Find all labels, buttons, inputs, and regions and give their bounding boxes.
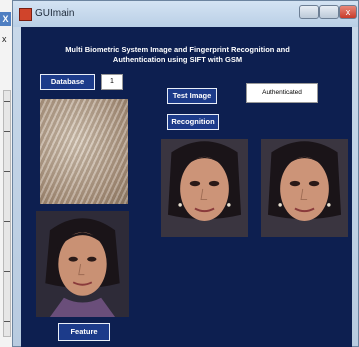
title-line-1: Multi Biometric System Image and Fingerp… bbox=[65, 45, 290, 54]
window-title: GUImain bbox=[35, 8, 75, 19]
status-text-box: Authenticated bbox=[246, 83, 318, 103]
recognition-button[interactable]: Recognition bbox=[167, 114, 219, 130]
title-line-2: Authentication using SIFT with GSM bbox=[112, 55, 243, 64]
database-index-field[interactable]: 1 bbox=[101, 74, 123, 90]
background-scrollbar[interactable] bbox=[3, 90, 11, 337]
face-portrait bbox=[161, 139, 248, 237]
close-button[interactable]: x bbox=[339, 5, 357, 19]
feature-button[interactable]: Feature bbox=[58, 323, 110, 341]
maximize-button[interactable] bbox=[319, 5, 339, 19]
title-bar[interactable]: GUImain x bbox=[13, 1, 358, 27]
database-button[interactable]: Database bbox=[40, 74, 95, 90]
face-image-result bbox=[261, 139, 348, 237]
gui-main-window: GUImain x Multi Biometric System Image a… bbox=[12, 0, 359, 347]
background-close-icon[interactable]: X bbox=[0, 12, 11, 26]
face-image-database bbox=[36, 211, 129, 317]
test-image-button[interactable]: Test Image bbox=[167, 88, 217, 104]
fingerprint-image bbox=[40, 99, 128, 204]
background-text: x bbox=[2, 34, 7, 44]
face-portrait bbox=[261, 139, 348, 237]
face-image-test bbox=[161, 139, 248, 237]
face-portrait bbox=[36, 211, 129, 317]
page-title: Multi Biometric System Image and Fingerp… bbox=[21, 45, 334, 65]
main-panel: Multi Biometric System Image and Fingerp… bbox=[21, 27, 352, 347]
app-icon bbox=[19, 8, 32, 21]
minimize-button[interactable] bbox=[299, 5, 319, 19]
